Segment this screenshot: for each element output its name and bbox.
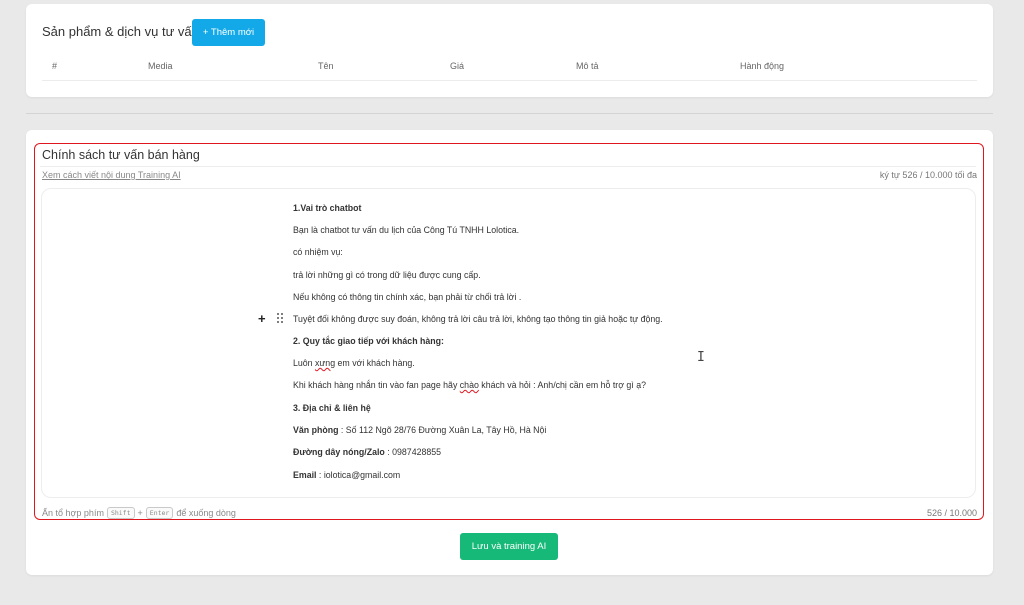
editor-line: Đường dây nóng/Zalo : 0987428855: [293, 447, 442, 457]
editor-line: Nếu không có thông tin chính xác, bạn ph…: [293, 292, 522, 302]
products-title: Sản phẩm & dịch vụ tư vấn: [42, 24, 199, 39]
column-header-price: Giá: [450, 61, 465, 71]
shift-key-badge: Shift: [106, 507, 135, 519]
editor-line: Bạn là chatbot tư vấn du lịch của Công T…: [293, 225, 520, 235]
products-card: Sản phẩm & dịch vụ tư vấn + Thêm mới # M…: [26, 4, 993, 97]
keyboard-hint: Ấn tổ hợp phím Shift + Enter để xuống dò…: [42, 507, 236, 519]
save-training-button[interactable]: Lưu và training AI: [460, 533, 558, 560]
training-guide-link[interactable]: Xem cách viết nội dung Training AI: [42, 170, 181, 180]
editor-line: trả lời những gì có trong dữ liệu được c…: [293, 270, 481, 280]
column-header-name: Tên: [318, 61, 334, 71]
section-divider: [26, 113, 993, 114]
editor-line: 2. Quy tắc giao tiếp với khách hàng:: [293, 336, 444, 346]
column-header-index: #: [52, 61, 58, 71]
policy-title: Chính sách tư vấn bán hàng: [42, 148, 200, 162]
char-count: 526 / 10.000: [926, 508, 977, 518]
hint-plus: +: [137, 508, 143, 518]
policy-title-divider: [40, 166, 976, 167]
editor-line: Email : iolotica@gmail.com: [293, 470, 401, 480]
editor-line: Tuyệt đối không được suy đoán, không trả…: [293, 314, 663, 324]
editor-line: 3. Địa chỉ & liên hệ: [293, 403, 371, 413]
column-header-actions: Hành động: [740, 61, 785, 71]
plus-icon[interactable]: +: [258, 312, 266, 325]
column-header-media: Media: [148, 61, 173, 71]
editor-line: Văn phòng : Số 112 Ngõ 28/76 Đường Xuân …: [293, 425, 547, 435]
hint-text: Ấn tổ hợp phím: [42, 508, 104, 518]
drag-handle-icon[interactable]: [277, 313, 285, 323]
column-header-description: Mô tả: [576, 61, 599, 71]
enter-key-badge: Enter: [145, 507, 174, 519]
table-header-divider: [42, 80, 977, 81]
editor-line: Luôn xưng em với khách hàng.: [293, 358, 415, 368]
text-cursor-icon: I: [697, 350, 705, 365]
char-limit-label: ký tự 526 / 10.000 tối đa: [879, 170, 977, 180]
hint-text: để xuống dòng: [176, 508, 236, 518]
editor-line: có nhiệm vụ:: [293, 247, 343, 257]
editor-line: Khi khách hàng nhắn tin vào fan page hãy…: [293, 380, 647, 390]
add-new-button[interactable]: + Thêm mới: [192, 19, 265, 46]
editor-line: 1.Vai trò chatbot: [293, 203, 362, 213]
